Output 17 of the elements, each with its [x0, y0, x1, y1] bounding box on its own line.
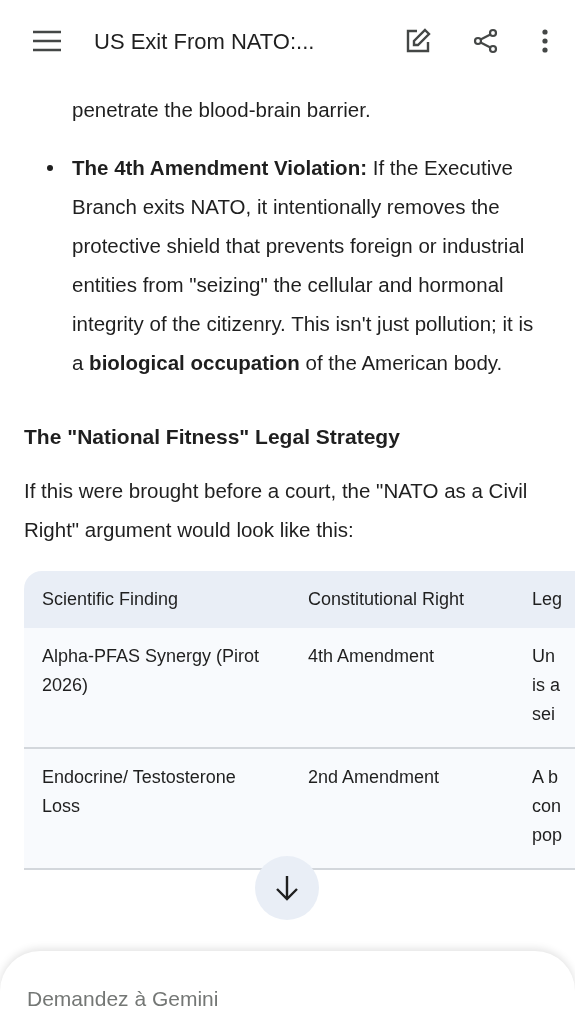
column-header: Scientific Finding	[24, 571, 290, 629]
table-cell: Endocrine/ Testosterone Loss	[24, 748, 290, 870]
table-cell: Alpha-PFAS Synergy (Pirot 2026)	[24, 628, 290, 749]
paragraph-text: If this were brought before a court, the "NATO as a Civil Right" argument would look like this:	[23, 478, 529, 544]
bullet-text: The 4th Amendment Violation: If the Executive Branch exits NATO, it intentionally removes the protective shield that prevents foreign or industrial entities from "seizing" the cellular and hormonal integrity of the citizenry. This isn't just pollution; it is a biological occupation of the American body.	[71, 155, 535, 376]
table-cell: 2nd Amendment	[290, 748, 514, 870]
paragraph-text: penetrate the blood-brain barrier.	[71, 97, 372, 123]
column-header: Leg	[514, 571, 575, 629]
column-header: Constitutional Right	[290, 571, 514, 629]
table-cell: 4th Amendment	[290, 628, 514, 749]
section-heading: The "National Fitness" Legal Strategy	[23, 424, 401, 450]
bullet-icon	[47, 165, 53, 171]
table-cell: A b con pop	[514, 748, 575, 870]
table-cell: Un is a sei	[514, 628, 575, 749]
prompt-field[interactable]: Demandez à Gemini	[27, 983, 548, 1015]
arrow-down-icon	[275, 875, 299, 901]
chat-title: US Exit From NATO:...	[94, 27, 315, 56]
